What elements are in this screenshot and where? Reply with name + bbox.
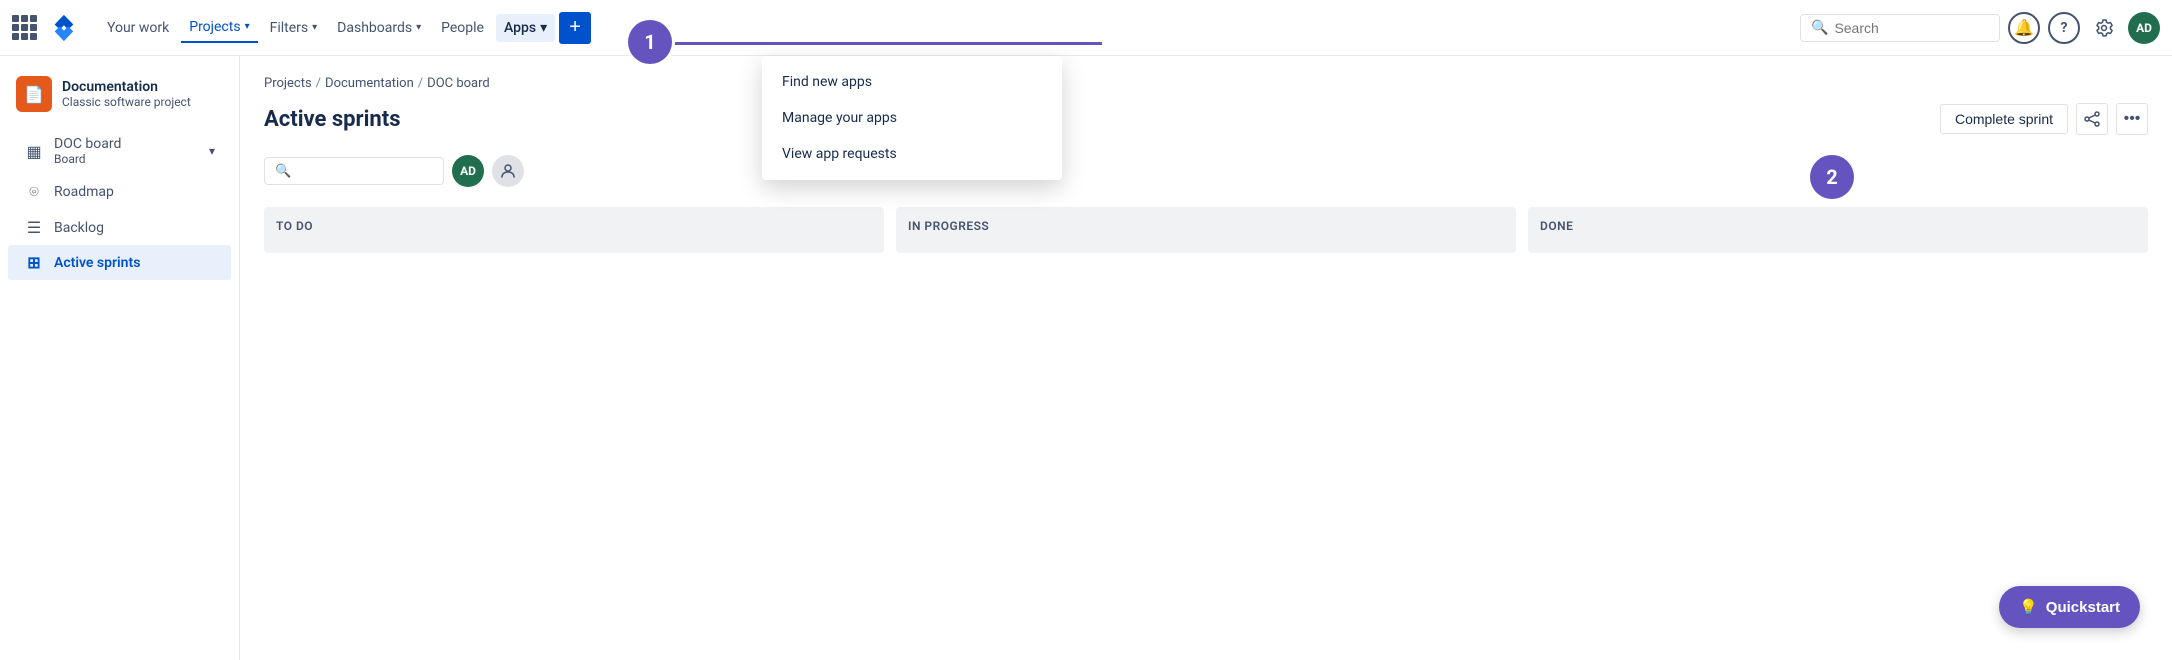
search-box[interactable]: 🔍 — [1800, 14, 2000, 42]
kanban-board: TO DO IN PROGRESS DONE — [264, 207, 2148, 253]
sprints-icon: ⊞ — [24, 253, 44, 272]
column-inprogress: IN PROGRESS — [896, 207, 1516, 253]
jira-logo-icon[interactable] — [49, 13, 79, 43]
filter-search-icon: 🔍 — [275, 164, 291, 179]
find-new-apps-item[interactable]: Find new apps — [762, 64, 1062, 100]
topnav: Your work Projects ▾ Filters ▾ Dashboard… — [0, 0, 2172, 56]
sidebar-item-active-sprints[interactable]: ⊞ Active sprints — [8, 245, 231, 280]
page-header: Active sprints Complete sprint ••• — [264, 103, 2148, 135]
share-icon — [2084, 111, 2100, 127]
sidebar: 📄 Documentation Classic software project… — [0, 56, 240, 660]
notifications-bell-icon[interactable]: 🔔 — [2008, 12, 2040, 44]
dashboards-chevron-icon: ▾ — [416, 22, 421, 33]
chevron-down-icon: ▾ — [209, 144, 215, 158]
settings-icon[interactable] — [2088, 12, 2120, 44]
people-nav[interactable]: People — [433, 14, 492, 42]
filter-bar: 🔍 AD — [264, 155, 2148, 187]
apps-dropdown-menu: Find new apps Manage your apps View app … — [762, 56, 1062, 180]
board-icon: ▦ — [24, 142, 44, 161]
header-actions: Complete sprint ••• — [1940, 103, 2148, 135]
backlog-icon: ☰ — [24, 218, 44, 237]
sidebar-item-label: Roadmap — [54, 184, 114, 200]
filter-avatar-unassigned[interactable] — [492, 155, 524, 187]
breadcrumb: Projects / Documentation / DOC board — [264, 76, 2148, 91]
sidebar-item-label: Active sprints — [54, 255, 140, 271]
quickstart-button[interactable]: 💡 Quickstart — [1999, 586, 2140, 628]
tour-step-1-circle: 1 — [628, 20, 672, 64]
project-header: 📄 Documentation Classic software project — [0, 68, 239, 128]
tour-line-1 — [672, 42, 1102, 45]
project-type: Classic software project — [62, 95, 191, 109]
main-layout: 📄 Documentation Classic software project… — [0, 56, 2172, 660]
more-icon: ••• — [2124, 110, 2141, 128]
person-icon — [499, 162, 517, 180]
filters-chevron-icon: ▾ — [312, 22, 317, 33]
project-name: Documentation — [62, 79, 191, 95]
project-icon: 📄 — [16, 76, 52, 112]
roadmap-icon: ⌾ — [24, 182, 44, 202]
dashboards-nav[interactable]: Dashboards ▾ — [329, 14, 429, 42]
breadcrumb-projects[interactable]: Projects — [264, 76, 312, 91]
share-button[interactable] — [2076, 103, 2108, 135]
filter-search-box[interactable]: 🔍 — [264, 157, 444, 185]
column-done: DONE — [1528, 207, 2148, 253]
filter-search-input[interactable] — [297, 163, 433, 179]
apps-nav[interactable]: Apps ▾ — [496, 14, 555, 42]
help-icon[interactable]: ? — [2048, 12, 2080, 44]
sidebar-item-sublabel: Board — [54, 152, 121, 166]
sidebar-item-doc-board[interactable]: ▦ DOC board Board ▾ — [8, 128, 231, 174]
grid-menu-icon[interactable] — [12, 15, 37, 40]
view-app-requests-item[interactable]: View app requests — [762, 136, 1062, 172]
more-options-button[interactable]: ••• — [2116, 103, 2148, 135]
column-done-header: DONE — [1540, 219, 2136, 233]
column-inprogress-header: IN PROGRESS — [908, 219, 1504, 233]
manage-apps-item[interactable]: Manage your apps — [762, 100, 1062, 136]
sidebar-item-backlog[interactable]: ☰ Backlog — [8, 210, 231, 245]
create-button[interactable]: + — [559, 12, 591, 44]
column-todo-header: TO DO — [276, 219, 872, 233]
complete-sprint-button[interactable]: Complete sprint — [1940, 104, 2068, 134]
tour-step-2-circle: 2 — [1810, 155, 1854, 199]
filter-avatar-ad[interactable]: AD — [452, 155, 484, 187]
main-content: Projects / Documentation / DOC board Act… — [240, 56, 2172, 660]
quickstart-label: Quickstart — [2046, 599, 2120, 616]
your-work-nav[interactable]: Your work — [99, 14, 177, 42]
breadcrumb-documentation[interactable]: Documentation — [325, 76, 414, 91]
search-input[interactable] — [1834, 20, 1989, 36]
sidebar-item-label: DOC board — [54, 136, 121, 152]
column-todo: TO DO — [264, 207, 884, 253]
lightbulb-icon: 💡 — [2019, 598, 2038, 616]
page-title: Active sprints — [264, 107, 401, 132]
search-icon: 🔍 — [1811, 20, 1828, 36]
filters-nav[interactable]: Filters ▾ — [262, 14, 326, 42]
sidebar-item-label: Backlog — [54, 220, 104, 236]
apps-chevron-icon: ▾ — [540, 20, 547, 36]
user-avatar[interactable]: AD — [2128, 12, 2160, 44]
breadcrumb-doc-board[interactable]: DOC board — [427, 76, 490, 91]
projects-chevron-icon: ▾ — [245, 21, 250, 32]
projects-nav[interactable]: Projects ▾ — [181, 13, 257, 43]
sidebar-item-roadmap[interactable]: ⌾ Roadmap — [8, 174, 231, 210]
